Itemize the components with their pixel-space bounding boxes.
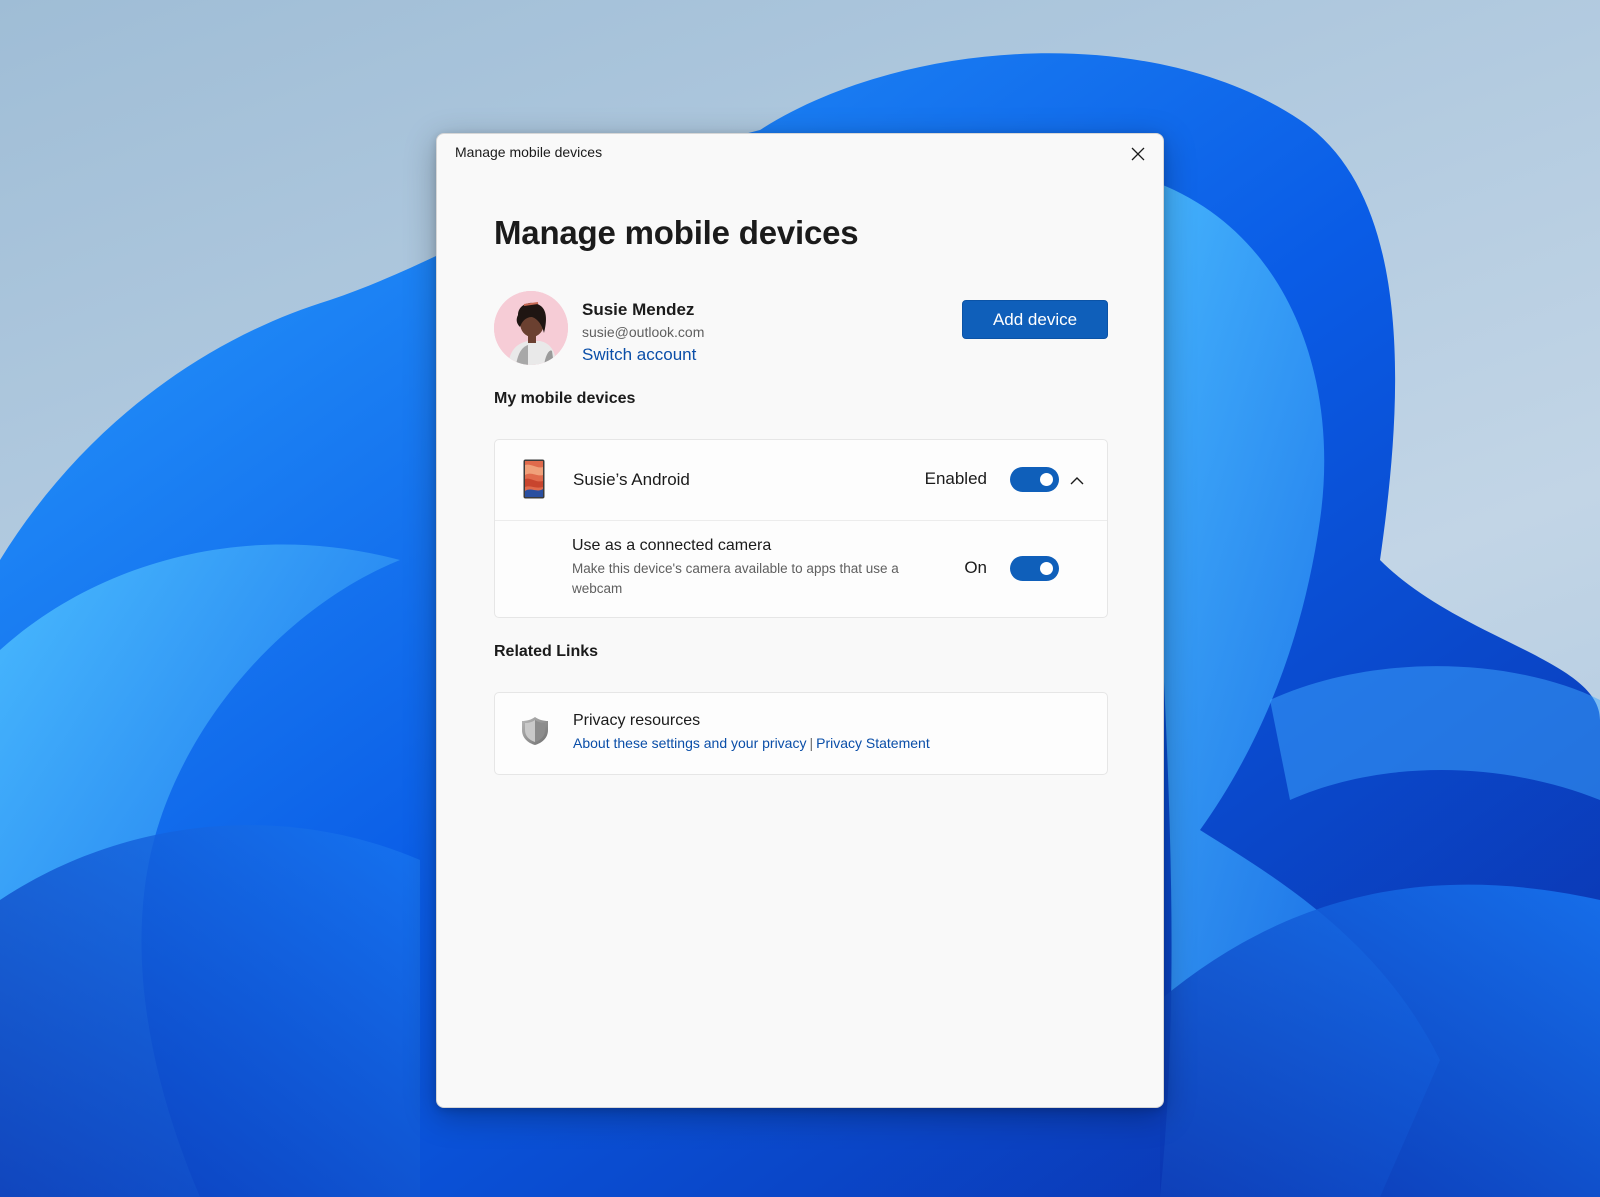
user-avatar-photo	[494, 291, 568, 365]
toggle-knob	[1040, 473, 1053, 486]
page-title: Manage mobile devices	[494, 214, 859, 251]
device-state-label: Enabled	[924, 469, 987, 488]
title-bar[interactable]: Manage mobile devices	[437, 134, 1163, 174]
link-separator: |	[809, 735, 814, 751]
device-name: Susie’s Android	[573, 470, 690, 489]
privacy-card: Privacy resources About these settings a…	[494, 692, 1108, 775]
shield-icon	[522, 717, 548, 745]
account-name: Susie Mendez	[582, 300, 695, 319]
phone-icon	[523, 459, 545, 499]
chevron-up-icon	[1070, 476, 1084, 484]
privacy-links: About these settings and your privacy | Pr…	[573, 735, 930, 751]
toggle-knob	[1040, 562, 1053, 575]
privacy-resources-title: Privacy resources	[573, 712, 701, 729]
camera-setting-description: Make this device's camera available to a…	[572, 561, 899, 596]
related-links-heading: Related Links	[494, 643, 599, 660]
window-title: Manage mobile devices	[455, 144, 603, 160]
switch-account-link[interactable]: Switch account	[582, 345, 696, 365]
device-row[interactable]: Susie’s Android Enabled	[495, 440, 1107, 520]
manage-devices-dialog: Manage mobile devices Manage mobile devi…	[436, 133, 1164, 1108]
close-button[interactable]	[1113, 134, 1163, 174]
collapse-button[interactable]	[1067, 470, 1087, 490]
divider	[495, 520, 1107, 521]
camera-toggle[interactable]	[1010, 556, 1059, 581]
device-enabled-toggle[interactable]	[1010, 467, 1059, 492]
camera-setting-title: Use as a connected camera	[572, 537, 772, 554]
my-devices-heading: My mobile devices	[494, 390, 636, 407]
add-device-button[interactable]: Add device	[962, 300, 1108, 339]
about-privacy-settings-link[interactable]: About these settings and your privacy	[573, 735, 806, 751]
account-email: susie@outlook.com	[582, 324, 705, 340]
close-icon	[1131, 147, 1145, 161]
privacy-statement-link[interactable]: Privacy Statement	[816, 735, 930, 751]
camera-state-label: On	[964, 558, 987, 577]
avatar	[494, 291, 568, 365]
device-card: Susie’s Android Enabled Use as a connect…	[494, 439, 1108, 618]
